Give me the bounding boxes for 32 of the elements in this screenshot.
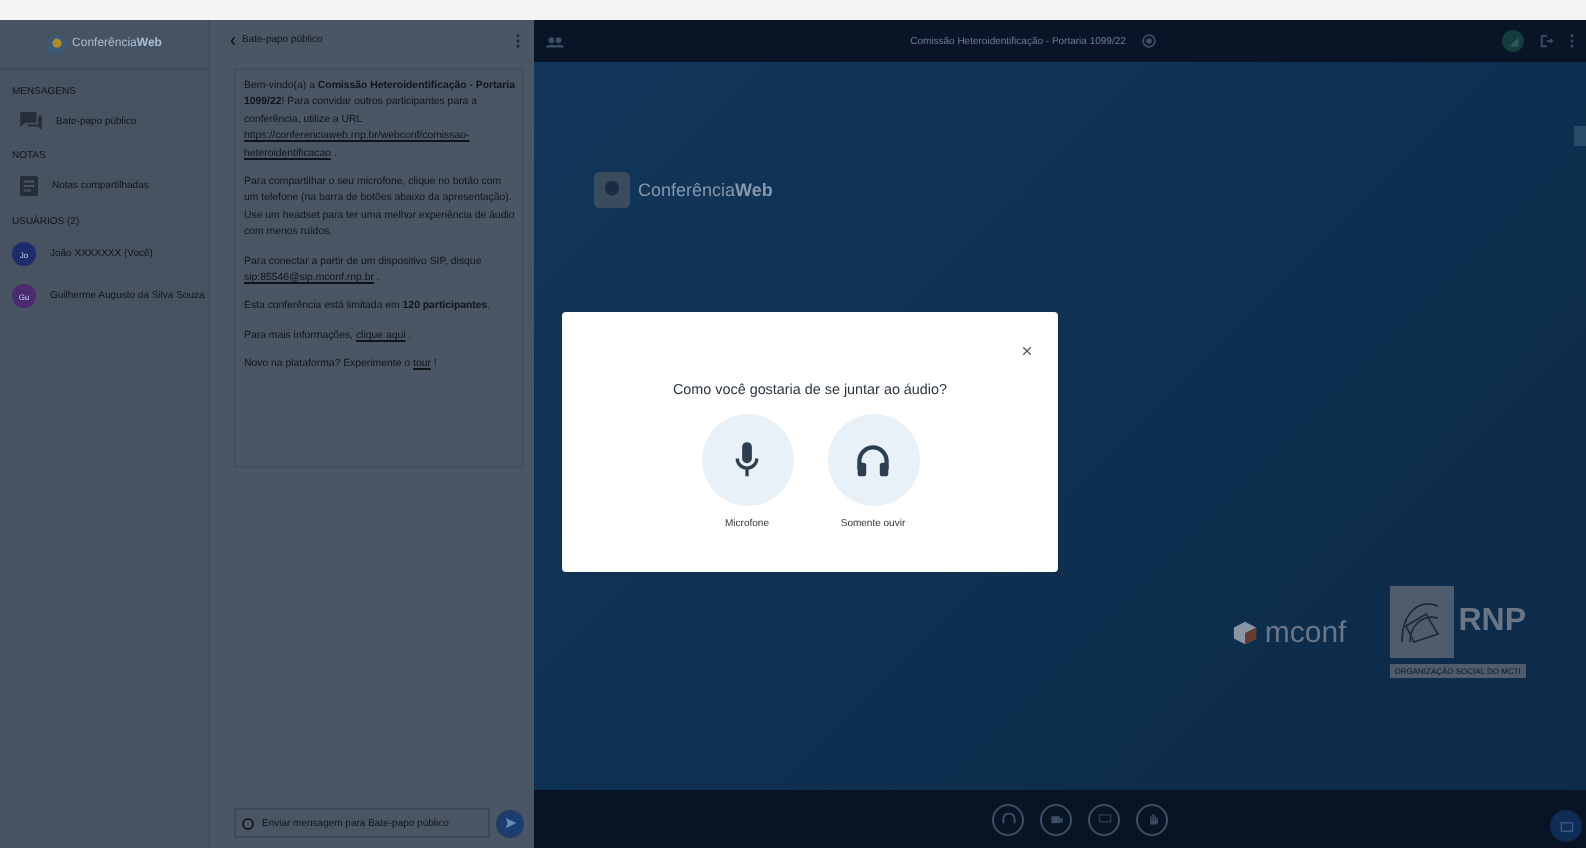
screen-share-button[interactable] [1088,803,1120,835]
leave-icon[interactable] [1540,34,1554,48]
presentation-button[interactable] [1550,810,1582,842]
video-button[interactable] [1040,803,1072,835]
close-icon [1022,346,1032,356]
screen-icon [1097,812,1111,826]
signal-icon [1507,35,1519,47]
screen-icon [1559,819,1573,833]
recording-icon[interactable] [1141,34,1156,48]
raise-hand-button[interactable] [1136,803,1168,835]
microphone-icon [734,442,760,478]
notes-icon [20,176,38,196]
headphones-icon [1001,812,1015,826]
audio-button[interactable] [992,803,1024,835]
cube-icon [1232,619,1259,645]
emoji-icon [242,818,254,830]
chat-icon [20,112,42,130]
rnp-logo-text: RNP [1458,604,1526,640]
send-icon [503,816,517,830]
logo-text: ConferênciaWeb [638,180,773,200]
connection-status-button[interactable] [1502,30,1524,52]
camera-icon [1049,812,1063,826]
logo-icon [594,172,630,208]
hand-icon [1145,812,1159,826]
chevron-left-icon [230,35,236,45]
send-button[interactable] [496,809,524,837]
headphones-icon [856,443,890,477]
users-icon[interactable] [546,35,564,47]
network-globe-icon [1390,586,1455,658]
mconf-logo-text: mconf [1264,615,1347,649]
close-button[interactable] [1020,344,1034,358]
logo-icon [46,33,69,55]
